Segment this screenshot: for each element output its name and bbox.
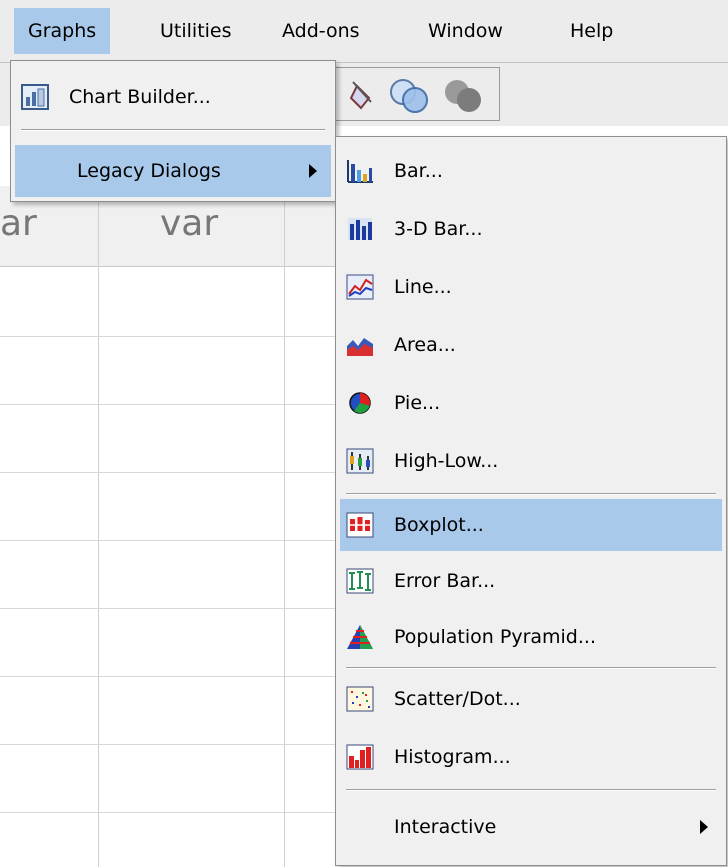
grid-hline xyxy=(0,744,336,745)
histogram-icon xyxy=(346,744,374,770)
menubar-utilities[interactable]: Utilities xyxy=(146,8,246,54)
menu-item-area[interactable]: Area... xyxy=(340,319,722,371)
grid-hline xyxy=(0,676,336,677)
menu-item-label: 3-D Bar... xyxy=(394,218,483,240)
menu-item-bar[interactable]: Bar... xyxy=(340,145,722,197)
menu-item-label: Chart Builder... xyxy=(69,86,211,108)
menubar-window-label: Window xyxy=(428,20,503,42)
graphs-menu: Chart Builder... Legacy Dialogs xyxy=(10,60,336,202)
grid-hline xyxy=(0,540,336,541)
menubar-utilities-label: Utilities xyxy=(160,20,232,42)
menu-item-chart-builder[interactable]: Chart Builder... xyxy=(15,71,331,123)
menu-item-label: Line... xyxy=(394,276,452,298)
menu-item-scatter-dot[interactable]: Scatter/Dot... xyxy=(340,673,722,725)
menu-separator xyxy=(346,493,716,495)
menu-separator xyxy=(21,129,325,131)
column-header-var[interactable]: var xyxy=(160,203,218,244)
menubar-help-label: Help xyxy=(570,20,614,42)
boxplot-icon xyxy=(346,512,374,538)
menu-separator xyxy=(346,789,716,791)
menu-item-legacy-dialogs[interactable]: Legacy Dialogs xyxy=(15,145,331,197)
high-low-chart-icon xyxy=(346,448,374,474)
menubar-graphs-label: Graphs xyxy=(28,20,97,42)
show-all-variables-icon[interactable] xyxy=(445,80,481,112)
submenu-arrow-icon xyxy=(700,820,708,834)
menubar-add-ons-label: Add-ons xyxy=(282,20,360,42)
menu-item-label: Scatter/Dot... xyxy=(394,688,521,710)
menu-item-pie[interactable]: Pie... xyxy=(340,377,722,429)
grid-vline xyxy=(98,186,99,867)
menu-item-population-pyramid[interactable]: Population Pyramid... xyxy=(340,611,722,663)
grid-hline xyxy=(0,336,336,337)
menu-item-label: High-Low... xyxy=(394,450,499,472)
menu-item-line[interactable]: Line... xyxy=(340,261,722,313)
menu-item-boxplot[interactable]: Boxplot... xyxy=(340,499,722,551)
legacy-dialogs-submenu: Bar... 3-D Bar... Line... Area... Pie...… xyxy=(335,136,727,866)
menu-item-label: Boxplot... xyxy=(394,514,484,536)
menu-item-label: Pie... xyxy=(394,392,441,414)
menu-item-label: Legacy Dialogs xyxy=(77,160,221,182)
submenu-arrow-icon xyxy=(309,164,317,178)
menubar-window[interactable]: Window xyxy=(414,8,517,54)
bar-chart-icon xyxy=(347,160,373,183)
menu-item-interactive[interactable]: Interactive xyxy=(340,801,722,853)
menu-item-label: Population Pyramid... xyxy=(394,626,596,648)
line-chart-icon xyxy=(346,274,374,300)
population-pyramid-icon xyxy=(347,625,373,649)
value-labels-icon[interactable] xyxy=(349,81,372,110)
toolbar-icons xyxy=(349,79,481,113)
grid-hline xyxy=(0,404,336,405)
menu-item-high-low[interactable]: High-Low... xyxy=(340,435,722,487)
scatter-dot-icon xyxy=(346,686,374,712)
grid-vline xyxy=(284,186,285,867)
menu-item-error-bar[interactable]: Error Bar... xyxy=(340,555,722,607)
menu-item-histogram[interactable]: Histogram... xyxy=(340,731,722,783)
menu-item-label: Bar... xyxy=(394,160,443,182)
menu-item-label: Error Bar... xyxy=(394,570,496,592)
menu-item-label: Histogram... xyxy=(394,746,511,768)
chart-builder-icon xyxy=(21,84,49,110)
3d-bar-chart-icon xyxy=(348,218,372,240)
menubar-graphs[interactable]: Graphs xyxy=(14,8,111,54)
grid-hline xyxy=(0,812,336,813)
menubar: Graphs Utilities Add-ons Window Help xyxy=(0,0,728,63)
pie-chart-icon xyxy=(349,392,371,414)
menu-item-3d-bar[interactable]: 3-D Bar... xyxy=(340,203,722,255)
column-header-var-partial[interactable]: ar xyxy=(0,203,37,244)
menu-item-label: Interactive xyxy=(394,816,497,838)
area-chart-icon xyxy=(347,338,373,356)
menubar-add-ons[interactable]: Add-ons xyxy=(268,8,374,54)
menubar-help[interactable]: Help xyxy=(556,8,627,54)
grid-hline xyxy=(0,608,336,609)
menu-item-label: Area... xyxy=(394,334,456,356)
use-sets-icon[interactable] xyxy=(390,79,428,113)
grid-hline xyxy=(0,472,336,473)
error-bar-icon xyxy=(346,568,374,594)
menu-separator xyxy=(346,667,716,669)
toolbar-button-group xyxy=(330,67,500,121)
